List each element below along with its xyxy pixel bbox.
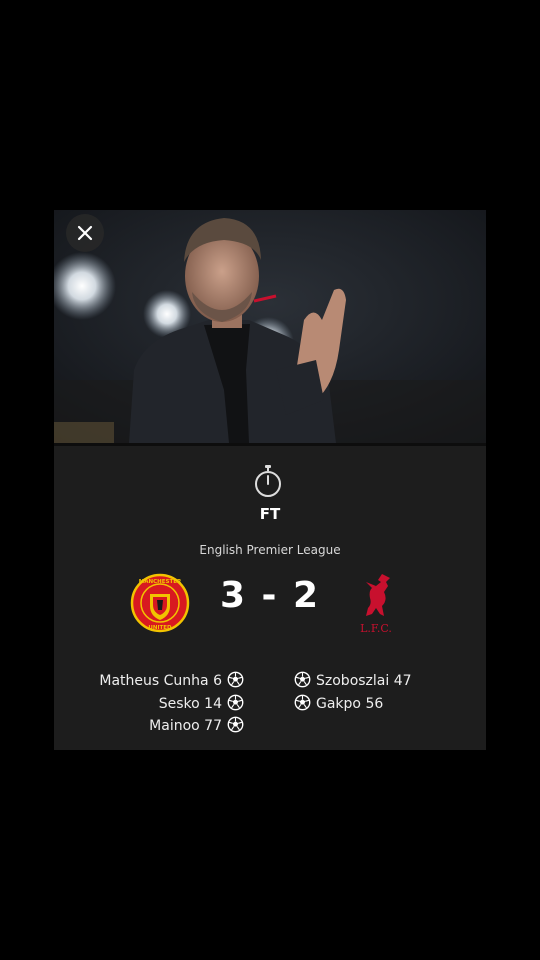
crest-text: L.F.C.	[360, 622, 392, 635]
home-scorers: Matheus Cunha 6 Sesko 14 Mainoo 77	[99, 670, 244, 738]
divider	[54, 443, 486, 446]
scorer-name: Mainoo	[149, 718, 200, 734]
scorer-label: Matheus Cunha 6	[99, 673, 222, 689]
football-icon	[227, 694, 244, 710]
football-icon	[227, 716, 244, 733]
scorer-name: Gakpo	[316, 695, 361, 712]
league-name: English Premier League	[199, 543, 341, 557]
close-icon	[77, 225, 93, 241]
football-icon	[294, 671, 311, 688]
football-icon	[227, 671, 244, 688]
scorer-row: Mainoo 77	[99, 715, 244, 738]
scorer-name: Sesko	[158, 695, 200, 712]
scorer-name: Szoboszlai	[316, 673, 390, 689]
scorer-row: Gakpo 56	[294, 693, 412, 716]
scorer-minute: 6	[213, 673, 222, 689]
liverpool-crest-icon[interactable]: L.F.C.	[358, 570, 394, 636]
score: 3 - 2	[219, 575, 321, 616]
scorer-minute: 47	[393, 673, 412, 689]
scorer-row: Matheus Cunha 6	[99, 670, 244, 693]
scorer-label: Sesko 14	[159, 696, 222, 712]
scorer-minute: 56	[365, 695, 384, 712]
scorer-label: Szoboszlai 47	[316, 673, 412, 689]
scorer-row: Szoboszlai 47	[294, 670, 412, 693]
stopwatch-icon	[255, 465, 281, 497]
close-button[interactable]	[66, 214, 104, 252]
away-scorers: Szoboszlai 47 Gakpo 56	[294, 670, 412, 715]
manager-photo	[54, 210, 486, 443]
football-icon	[294, 694, 311, 710]
match-card: FT English Premier League MANCHESTER UNI…	[54, 210, 486, 750]
crest-text-bottom: UNITED	[148, 625, 172, 631]
scorer-label: Gakpo 56	[316, 696, 383, 712]
scorer-minute: 77	[204, 718, 222, 734]
match-status: FT	[259, 505, 281, 523]
scorer-minute: 14	[204, 695, 222, 712]
match-photo	[54, 210, 486, 443]
scorer-name: Matheus Cunha	[99, 673, 209, 689]
scorer-label: Mainoo 77	[149, 718, 222, 734]
scorer-row: Sesko 14	[99, 693, 244, 716]
